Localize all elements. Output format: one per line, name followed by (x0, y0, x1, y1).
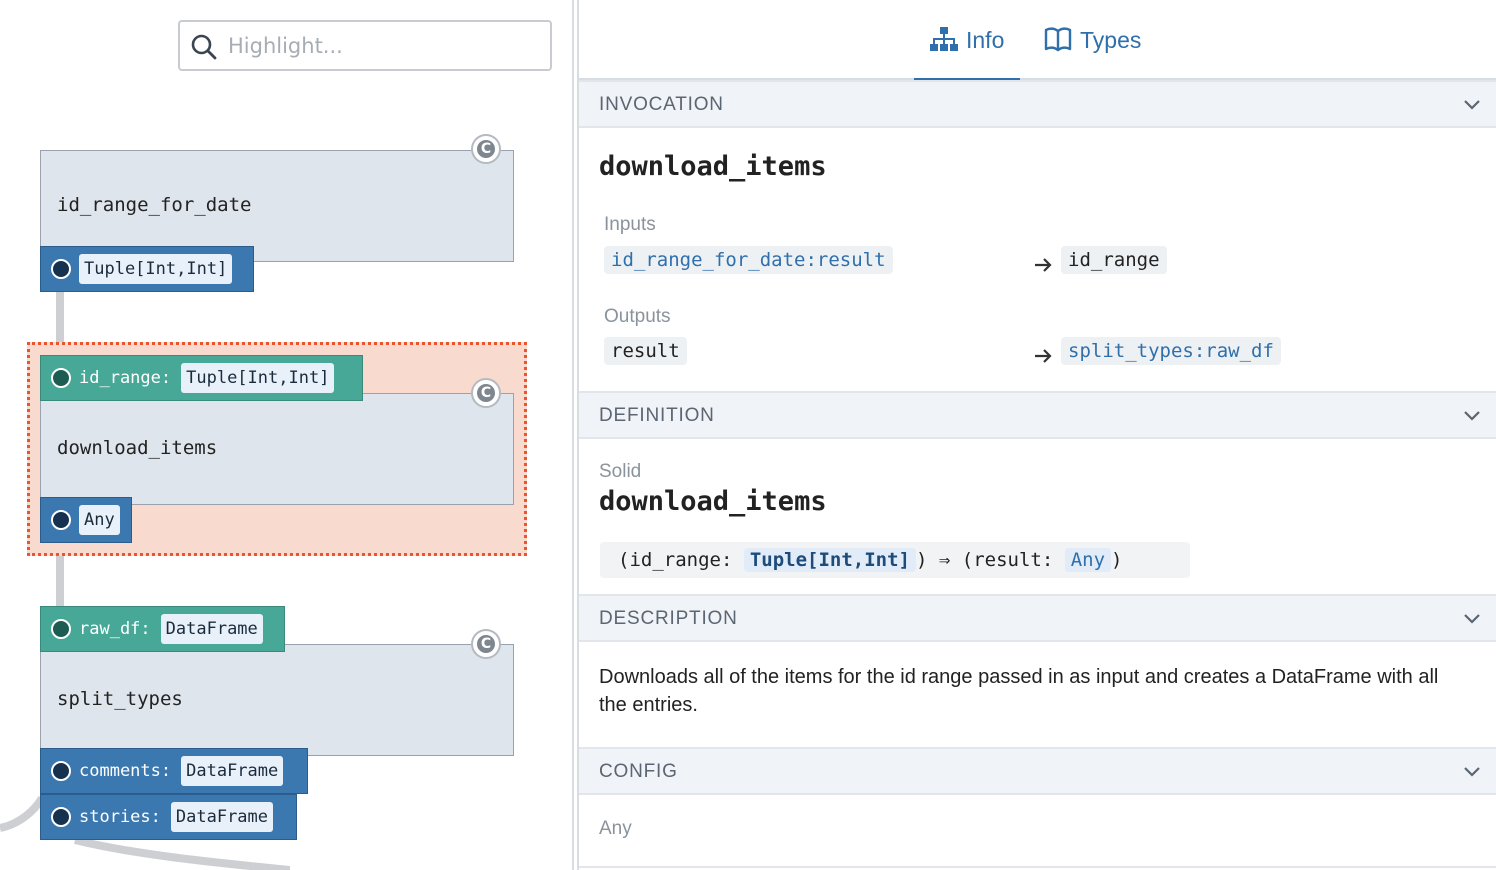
solid-node-download-items[interactable]: download_items (40, 393, 514, 505)
invocation-name: download_items (599, 151, 827, 182)
node-title: download_items (57, 437, 218, 459)
sig-mid: ) ⇒ (result: (916, 549, 1065, 571)
type-signature: (id_range: Tuple[Int,Int] ) ⇒ (result: A… (600, 542, 1190, 578)
port-name: id_range: (79, 368, 172, 388)
compute-kind-icon: C (471, 134, 501, 164)
sidebar-tabs: Info Types (579, 0, 1496, 82)
node-title: split_types (57, 688, 183, 710)
input-source-link[interactable]: id_range_for_date:result (604, 246, 893, 274)
output-type-link[interactable]: Any (1064, 548, 1112, 572)
port-dot (51, 761, 71, 781)
arrow-right-icon (1035, 349, 1052, 363)
output-port-result[interactable]: Tuple[Int,Int] (40, 246, 254, 292)
highlight-input[interactable] (228, 30, 538, 62)
highlight-search[interactable] (178, 20, 552, 71)
port-type: DataFrame (181, 756, 284, 786)
output-target-link[interactable]: split_types:raw_df (1061, 337, 1281, 365)
edge-download-to-split (56, 555, 64, 607)
input-target: id_range (1061, 246, 1167, 274)
output-port-comments[interactable]: comments: DataFrame (40, 748, 308, 794)
compute-kind-icon: C (471, 629, 501, 659)
port-type: DataFrame (170, 802, 274, 832)
tab-label: Info (966, 26, 1005, 53)
section-header-definition[interactable]: DEFINITION (579, 391, 1496, 439)
description-text: Downloads all of the items for the id ra… (599, 666, 1439, 716)
input-port-id-range[interactable]: id_range: Tuple[Int,Int] (40, 355, 363, 401)
solid-node-split-types[interactable]: split_types (40, 644, 514, 756)
sig-open: (id_range: (618, 549, 744, 571)
compute-kind-icon: C (471, 378, 501, 408)
search-icon (191, 34, 217, 60)
input-type-link[interactable]: Tuple[Int,Int] (743, 548, 916, 572)
output-port-stories[interactable]: stories: DataFrame (40, 794, 297, 840)
config-value: Any (599, 818, 632, 839)
outputs-label: Outputs (604, 306, 671, 327)
bottom-divider (579, 866, 1496, 868)
book-icon (1044, 27, 1072, 52)
port-dot (51, 368, 71, 388)
sidebar-panel: Info Types INVOCATION download_items Inp… (579, 0, 1496, 870)
section-title: CONFIG (599, 761, 678, 782)
graph-canvas[interactable]: id_range_for_date C Tuple[Int,Int] downl… (0, 0, 572, 870)
port-dot (51, 510, 71, 530)
port-name: comments: (79, 761, 172, 781)
port-type: DataFrame (160, 614, 263, 644)
tab-label: Types (1080, 26, 1142, 53)
port-dot (51, 619, 71, 639)
definition-kind: Solid (599, 461, 642, 482)
panel-resize-handle[interactable] (572, 0, 579, 870)
section-header-config[interactable]: CONFIG (579, 747, 1496, 795)
definition-name: download_items (599, 486, 827, 517)
section-title: DEFINITION (599, 405, 715, 426)
port-dot (51, 259, 71, 279)
arrow-right-icon (1035, 258, 1052, 272)
port-name: raw_df: (79, 619, 151, 639)
output-source: result (604, 337, 687, 365)
tab-info[interactable]: Info (914, 0, 1021, 82)
chevron-down-icon (1464, 614, 1480, 624)
port-type: Tuple[Int,Int] (181, 363, 335, 393)
port-type: Any (79, 505, 120, 535)
inputs-label: Inputs (604, 214, 656, 235)
output-port-result[interactable]: Any (40, 497, 132, 543)
section-header-invocation[interactable]: INVOCATION (579, 80, 1496, 128)
chevron-down-icon (1464, 411, 1480, 421)
section-header-description[interactable]: DESCRIPTION (579, 594, 1496, 642)
sitemap-icon (930, 27, 958, 51)
input-port-raw-df[interactable]: raw_df: DataFrame (40, 606, 285, 652)
port-dot (51, 807, 71, 827)
section-title: DESCRIPTION (599, 608, 738, 629)
sig-close: ) (1111, 549, 1123, 571)
chevron-down-icon (1464, 100, 1480, 110)
port-type: Tuple[Int,Int] (79, 254, 233, 284)
port-name: stories: (79, 807, 161, 827)
tab-types[interactable]: Types (1044, 0, 1141, 80)
section-title: INVOCATION (599, 94, 724, 115)
chevron-down-icon (1464, 767, 1480, 777)
node-title: id_range_for_date (57, 194, 252, 216)
